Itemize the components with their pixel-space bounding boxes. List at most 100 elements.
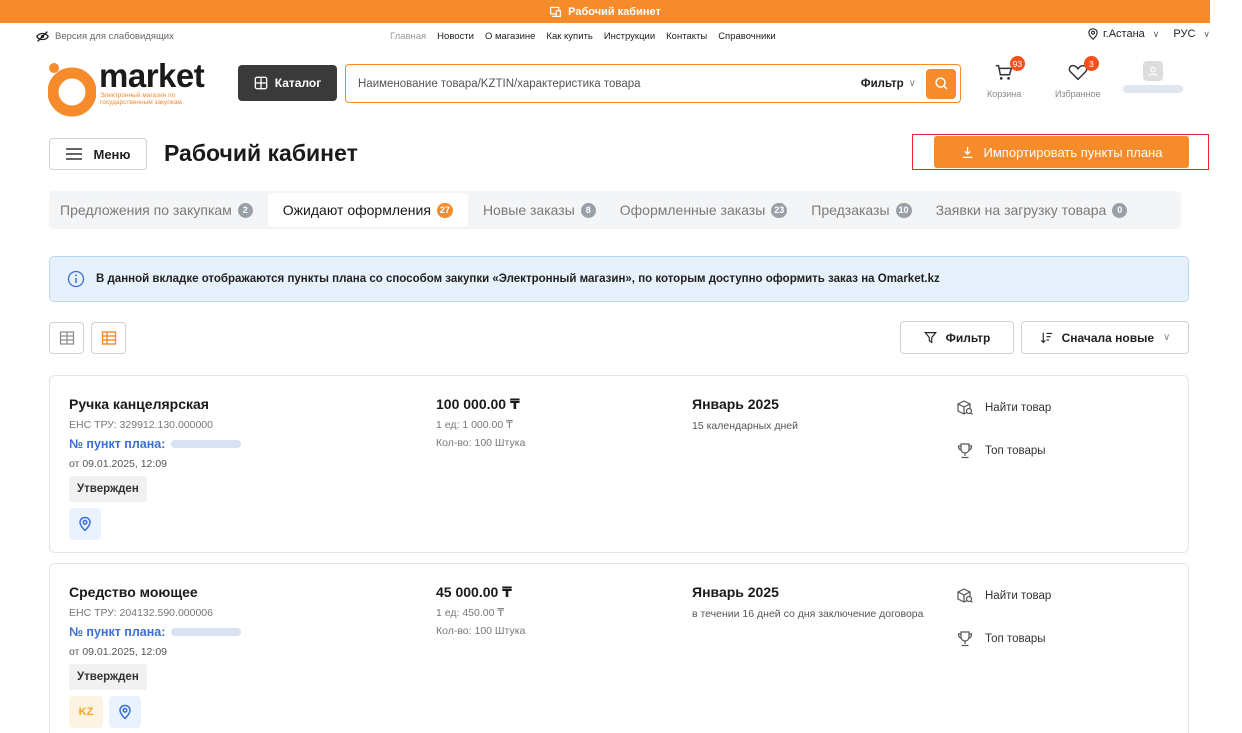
table-view-toggle[interactable] (49, 322, 84, 354)
tab-label: Новые заказы (482, 202, 575, 218)
user-name-redacted (1123, 85, 1183, 93)
nav-how-to-buy[interactable]: Как купить (546, 31, 592, 42)
nav-references[interactable]: Справочники (718, 31, 776, 42)
tab-label: Заявки на загрузку товара (935, 202, 1107, 218)
language-selector[interactable]: РУС ∨ (1173, 28, 1210, 40)
accessibility-link[interactable]: Версия для слабовидящих (36, 30, 174, 43)
nav-contacts[interactable]: Контакты (666, 31, 707, 42)
search-button[interactable] (926, 68, 956, 99)
sort-label: Сначала новые (1061, 330, 1155, 345)
item-unit-price: 1 ед: 450.00 ₸ (436, 607, 505, 619)
sort-dropdown[interactable]: Сначала новые ∨ (1021, 321, 1189, 354)
utility-bar: Версия для слабовидящих Главная Новости … (0, 23, 1210, 51)
item-delivery-term: в течении 16 дней со дня заключение дого… (692, 608, 924, 620)
accessibility-label: Версия для слабовидящих (55, 31, 174, 42)
favorites-count-badge: 3 (1083, 56, 1099, 71)
top-products-button[interactable]: Топ товары (956, 442, 1046, 460)
item-date: от 09.01.2025, 12:09 (69, 458, 167, 470)
trophy-icon (957, 631, 973, 647)
info-icon (67, 270, 85, 288)
import-plan-items-button[interactable]: Импортировать пункты плана (934, 136, 1189, 168)
tab-count-badge: 23 (771, 202, 788, 218)
location-icon (119, 704, 131, 720)
search-box: Фильтр ∨ (345, 64, 961, 103)
top-nav: Главная Новости О магазине Как купить Ин… (390, 31, 776, 42)
top-products-label: Топ товары (985, 445, 1046, 457)
omarket-logo[interactable]: market Электронный магазин по государств… (48, 56, 228, 118)
item-total-price: 100 000.00 ₸ (436, 396, 520, 412)
find-product-button[interactable]: Найти товар (956, 399, 1051, 417)
info-banner: В данной вкладке отображаются пункты пла… (49, 256, 1189, 302)
catalog-button[interactable]: Каталог (238, 65, 337, 101)
plan-item-card: Ручка канцелярская ЕНС ТРУ: 329912.130.0… (49, 375, 1189, 553)
box-search-icon (957, 588, 973, 603)
tab-awaiting-processing[interactable]: Ожидают оформления 27 (267, 193, 468, 227)
status-badge: Утвержден (69, 476, 147, 502)
box-search-icon (957, 400, 973, 415)
location-icon (79, 516, 91, 532)
language-label: РУС (1173, 28, 1196, 40)
search-icon (934, 77, 948, 90)
search-filter-dropdown[interactable]: Фильтр ∨ (861, 78, 916, 90)
tab-count-badge: 10 (895, 202, 912, 218)
nav-about[interactable]: О магазине (485, 31, 535, 42)
tab-label: Ожидают оформления (282, 202, 431, 218)
tab-count-badge: 8 (580, 202, 596, 218)
cabinet-icon (550, 6, 562, 17)
tab-preorders[interactable]: Предзаказы 10 (799, 193, 923, 227)
menu-button[interactable]: Меню (49, 138, 147, 170)
logo-mark-icon (48, 63, 96, 117)
chevron-down-icon: ∨ (1203, 28, 1210, 39)
plan-number-link[interactable]: № пункт плана: (69, 437, 242, 451)
item-name: Ручка канцелярская (69, 396, 209, 412)
page-title: Рабочий кабинет (164, 140, 358, 166)
card-view-toggle[interactable] (91, 322, 126, 354)
nav-home[interactable]: Главная (390, 31, 426, 42)
tab-label: Оформленные заказы (619, 202, 766, 218)
tab-purchase-offers[interactable]: Предложения по закупкам 2 (60, 193, 265, 227)
info-text: В данной вкладке отображаются пункты пла… (96, 273, 940, 285)
download-icon (962, 146, 972, 158)
sort-icon (1040, 332, 1052, 344)
plan-number-label: № пункт плана: (69, 625, 166, 639)
grid-icon (254, 76, 268, 90)
city-selector[interactable]: г.Астана ∨ (1087, 28, 1159, 40)
logo-subtitle: Электронный магазин по государственным з… (100, 92, 182, 106)
cart-button[interactable]: 93 Корзина (987, 56, 1026, 99)
tab-count-badge: 27 (436, 202, 453, 218)
cart-label: Корзина (987, 89, 1022, 99)
kz-origin-badge: KZ (69, 696, 103, 728)
city-label: г.Астана (1102, 28, 1145, 40)
chevron-down-icon: ∨ (908, 78, 916, 89)
tab-bar: Предложения по закупкам 2 Ожидают оформл… (49, 191, 1181, 229)
find-product-button[interactable]: Найти товар (956, 587, 1051, 605)
logo-text: market (99, 57, 205, 94)
profile-button[interactable] (1123, 61, 1183, 93)
filter-button[interactable]: Фильтр (900, 321, 1014, 354)
nav-news[interactable]: Новости (437, 31, 474, 42)
workspace-banner[interactable]: Рабочий кабинет (0, 0, 1210, 23)
location-icon (1088, 28, 1098, 40)
item-total-price: 45 000.00 ₸ (436, 584, 512, 600)
location-button[interactable] (109, 696, 141, 728)
search-input[interactable] (346, 65, 861, 102)
chevron-down-icon: ∨ (1163, 332, 1171, 343)
find-product-label: Найти товар (985, 590, 1052, 602)
find-product-label: Найти товар (985, 402, 1052, 414)
item-ens-code: ЕНС ТРУ: 204132.590.000006 (69, 607, 213, 619)
plan-number-redacted (171, 628, 242, 636)
avatar (1143, 61, 1163, 81)
tab-upload-requests[interactable]: Заявки на загрузку товара 0 (924, 193, 1140, 227)
favorites-button[interactable]: 3 Избранное (1055, 56, 1101, 99)
tab-label: Предложения по закупкам (60, 202, 232, 218)
tab-label: Предзаказы (811, 202, 890, 218)
location-button[interactable] (69, 508, 101, 540)
tab-new-orders[interactable]: Новые заказы 8 (471, 193, 608, 227)
tab-placed-orders[interactable]: Оформленные заказы 23 (608, 193, 800, 227)
item-month: Январь 2025 (692, 396, 779, 412)
nav-instructions[interactable]: Инструкции (604, 31, 655, 42)
plan-number-link[interactable]: № пункт плана: (69, 625, 242, 639)
top-products-button[interactable]: Топ товары (956, 630, 1046, 648)
search-filter-label: Фильтр (860, 77, 904, 90)
menu-label: Меню (93, 146, 131, 162)
